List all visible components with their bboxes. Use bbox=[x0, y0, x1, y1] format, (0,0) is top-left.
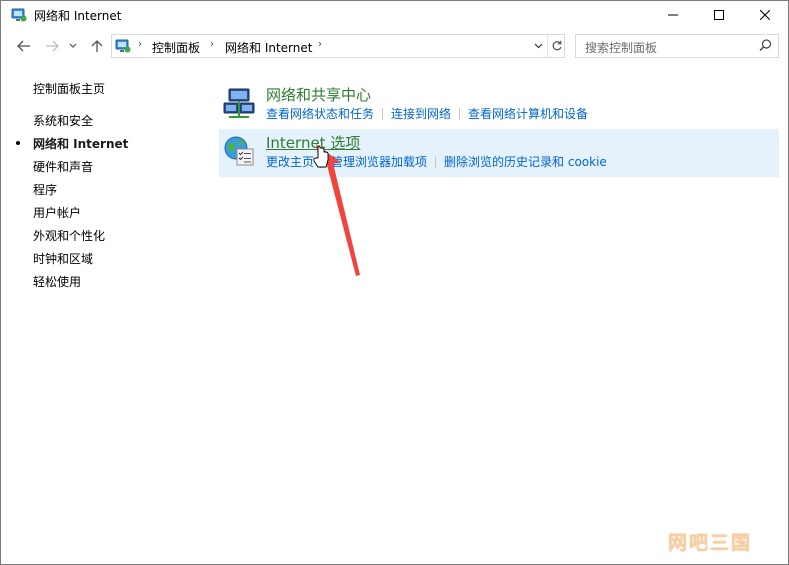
watermark: 网吧三国 bbox=[668, 532, 753, 554]
window-title: 网络和 Internet bbox=[34, 9, 122, 23]
link-divider bbox=[382, 108, 384, 120]
sidebar-item-user-accounts[interactable]: 用户帐户 bbox=[33, 204, 81, 221]
search-input[interactable]: 搜索控制面板 bbox=[575, 34, 779, 58]
link-divider bbox=[322, 156, 324, 168]
search-placeholder: 搜索控制面板 bbox=[585, 41, 658, 55]
address-bar[interactable]: › 控制面板 › 网络和 Internet › bbox=[111, 34, 565, 58]
minimize-icon bbox=[668, 14, 678, 16]
internet-options-icon bbox=[224, 136, 254, 166]
navigation-bar: › 控制面板 › 网络和 Internet › 搜索控制面板 bbox=[1, 30, 788, 62]
network-sharing-center-link[interactable]: 网络和共享中心 bbox=[266, 84, 371, 105]
breadcrumb-network-internet[interactable]: 网络和 Internet bbox=[225, 39, 312, 56]
connect-to-network-link[interactable]: 连接到网络 bbox=[391, 105, 451, 122]
link-divider bbox=[459, 108, 461, 120]
search-icon[interactable] bbox=[759, 39, 772, 52]
delete-history-link[interactable]: 删除浏览的历史记录和 cookie bbox=[444, 153, 607, 170]
sidebar-item-network-internet[interactable]: 网络和 Internet bbox=[33, 135, 128, 152]
forward-arrow-icon bbox=[46, 40, 59, 52]
forward-button[interactable] bbox=[42, 36, 62, 56]
sidebar-item-hardware-sound[interactable]: 硬件和声音 bbox=[33, 158, 93, 175]
maximize-button[interactable] bbox=[696, 1, 742, 29]
view-network-status-link[interactable]: 查看网络状态和任务 bbox=[266, 105, 374, 122]
address-history-button[interactable] bbox=[530, 35, 546, 57]
internet-options-link[interactable]: Internet 选项 bbox=[266, 132, 360, 153]
minimize-button[interactable] bbox=[650, 1, 696, 29]
view-network-computers-link[interactable]: 查看网络计算机和设备 bbox=[468, 105, 588, 122]
manage-addons-link[interactable]: 管理浏览器加载项 bbox=[331, 153, 427, 170]
link-divider bbox=[435, 156, 437, 168]
section-internet-options[interactable]: Internet 选项 更改主页 管理浏览器加载项 删除浏览的历史记录和 cooki… bbox=[219, 129, 779, 177]
chevron-down-icon bbox=[69, 43, 77, 48]
section-network-sharing-center: 网络和共享中心 查看网络状态和任务 连接到网络 查看网络计算机和设备 bbox=[219, 81, 779, 129]
active-bullet-icon bbox=[16, 141, 20, 145]
refresh-icon bbox=[552, 40, 562, 51]
maximize-icon bbox=[714, 10, 724, 20]
sidebar-item-appearance[interactable]: 外观和个性化 bbox=[33, 227, 105, 244]
change-homepage-link[interactable]: 更改主页 bbox=[266, 153, 314, 170]
back-button[interactable] bbox=[14, 36, 34, 56]
control-panel-icon bbox=[115, 39, 131, 53]
sidebar-item-clock-region[interactable]: 时钟和区域 bbox=[33, 250, 93, 267]
control-panel-icon bbox=[11, 8, 27, 22]
close-button[interactable] bbox=[742, 1, 788, 29]
refresh-button[interactable] bbox=[547, 35, 565, 57]
internet-options-tasks: 更改主页 管理浏览器加载项 删除浏览的历史记录和 cookie bbox=[266, 153, 607, 170]
up-arrow-icon bbox=[91, 40, 103, 52]
close-icon bbox=[760, 10, 770, 20]
network-sharing-center-tasks: 查看网络状态和任务 连接到网络 查看网络计算机和设备 bbox=[266, 105, 588, 122]
recent-locations-button[interactable] bbox=[67, 36, 79, 56]
back-arrow-icon bbox=[17, 40, 30, 52]
chevron-right-icon: › bbox=[138, 39, 142, 50]
chevron-right-icon[interactable]: › bbox=[318, 39, 322, 50]
chevron-right-icon[interactable]: › bbox=[210, 39, 214, 50]
title-bar[interactable]: 网络和 Internet bbox=[1, 1, 788, 29]
breadcrumb-control-panel[interactable]: 控制面板 bbox=[152, 39, 200, 56]
network-sharing-center-icon bbox=[223, 88, 255, 118]
sidebar-item-programs[interactable]: 程序 bbox=[33, 181, 57, 198]
sidebar-item-ease-of-access[interactable]: 轻松使用 bbox=[33, 273, 81, 290]
sidebar-item-system-security[interactable]: 系统和安全 bbox=[33, 112, 93, 129]
sidebar-item-home[interactable]: 控制面板主页 bbox=[33, 80, 105, 97]
chevron-down-icon bbox=[534, 43, 542, 49]
up-button[interactable] bbox=[87, 36, 107, 56]
